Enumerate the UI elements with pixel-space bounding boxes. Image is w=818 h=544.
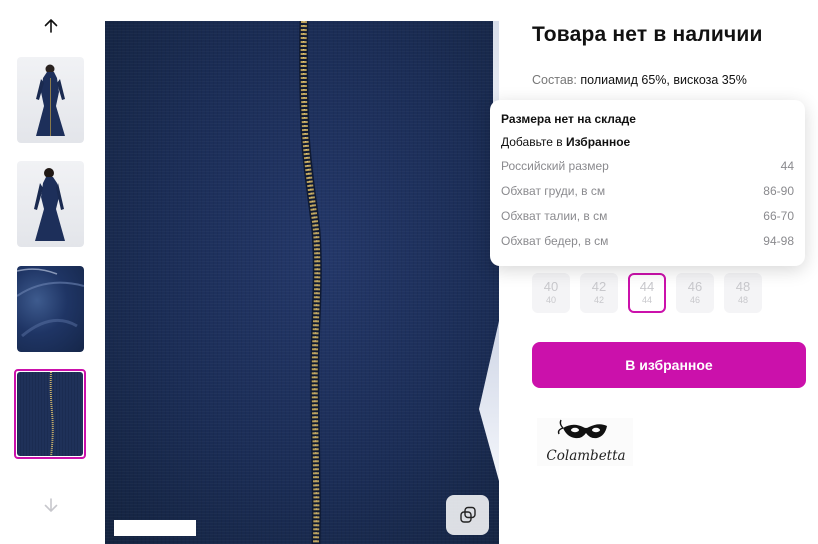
size-selector: 40 40 42 42 44 44 46 46 48 48	[532, 273, 762, 313]
thumbnail-image	[17, 266, 84, 352]
arrow-up-icon	[44, 19, 58, 33]
gallery-down-button[interactable]	[38, 492, 64, 518]
size-row-value: 94-98	[763, 234, 794, 248]
availability-title: Товара нет в наличии	[532, 23, 763, 46]
size-option-46[interactable]: 46 46	[676, 273, 714, 313]
thumbnail-1[interactable]	[17, 57, 84, 143]
size-info-popup: Размера нет на складе Добавьте в Избранн…	[490, 100, 805, 266]
size-ru-label: 46	[689, 295, 700, 305]
image-label-strip	[114, 520, 196, 536]
product-page: Товара нет в наличии Состав: полиамид 65…	[0, 0, 818, 544]
thumbnail-3[interactable]	[17, 266, 84, 352]
size-option-40[interactable]: 40 40	[532, 273, 570, 313]
copy-button[interactable]	[446, 495, 489, 535]
thumbnail-image	[17, 161, 84, 247]
size-option-42[interactable]: 42 42	[580, 273, 618, 313]
composition: Состав: полиамид 65%, вискоза 35%	[532, 73, 747, 87]
size-row-label: Обхват талии, в см	[501, 209, 608, 223]
size-row-value: 44	[780, 159, 794, 173]
size-label: 40	[543, 279, 559, 294]
gallery-up-button[interactable]	[38, 13, 64, 39]
size-row-label: Обхват бедер, в см	[501, 234, 609, 248]
size-label: 46	[687, 279, 703, 294]
composition-label: Состав:	[532, 73, 577, 87]
composition-value: полиамид 65%, вискоза 35%	[580, 73, 747, 87]
size-ru-label: 44	[641, 295, 652, 305]
size-label: 48	[735, 279, 751, 294]
zipper-graphic	[299, 21, 322, 544]
size-row-value: 86-90	[763, 184, 794, 198]
copy-icon	[459, 506, 476, 523]
popup-hint: Добавьте в Избранное	[501, 135, 794, 149]
size-option-48[interactable]: 48 48	[724, 273, 762, 313]
popup-hint-favorites[interactable]: Избранное	[566, 135, 630, 149]
popup-heading: Размера нет на складе	[501, 112, 636, 126]
size-row: Обхват груди, в см 86-90	[501, 184, 794, 209]
size-ru-label: 40	[545, 295, 556, 305]
arrow-down-icon	[44, 498, 58, 512]
mask-icon	[557, 419, 607, 439]
add-to-favorites-button[interactable]: В избранное	[532, 342, 806, 388]
size-option-44-selected[interactable]: 44 44	[628, 273, 666, 313]
size-row-label: Российский размер	[501, 159, 609, 173]
size-row: Обхват бедер, в см 94-98	[501, 234, 794, 259]
thumbnail-gallery	[0, 0, 100, 544]
size-ru-label: 48	[737, 295, 748, 305]
thumbnail-image	[17, 372, 83, 456]
thumbnail-2[interactable]	[17, 161, 84, 247]
size-label: 44	[639, 279, 655, 294]
thumbnail-image	[17, 57, 84, 143]
size-label: 42	[591, 279, 607, 294]
main-product-image[interactable]	[105, 21, 499, 544]
thumbnail-4-active[interactable]	[14, 369, 86, 459]
size-row-label: Обхват груди, в см	[501, 184, 606, 198]
size-row: Российский размер 44	[501, 159, 794, 184]
brand-name: Colambetta	[546, 448, 626, 464]
size-row: Обхват талии, в см 66-70	[501, 209, 794, 234]
popup-hint-prefix: Добавьте в	[501, 135, 563, 149]
size-row-value: 66-70	[763, 209, 794, 223]
size-ru-label: 42	[593, 295, 604, 305]
brand-logo[interactable]: Colambetta	[537, 418, 633, 466]
